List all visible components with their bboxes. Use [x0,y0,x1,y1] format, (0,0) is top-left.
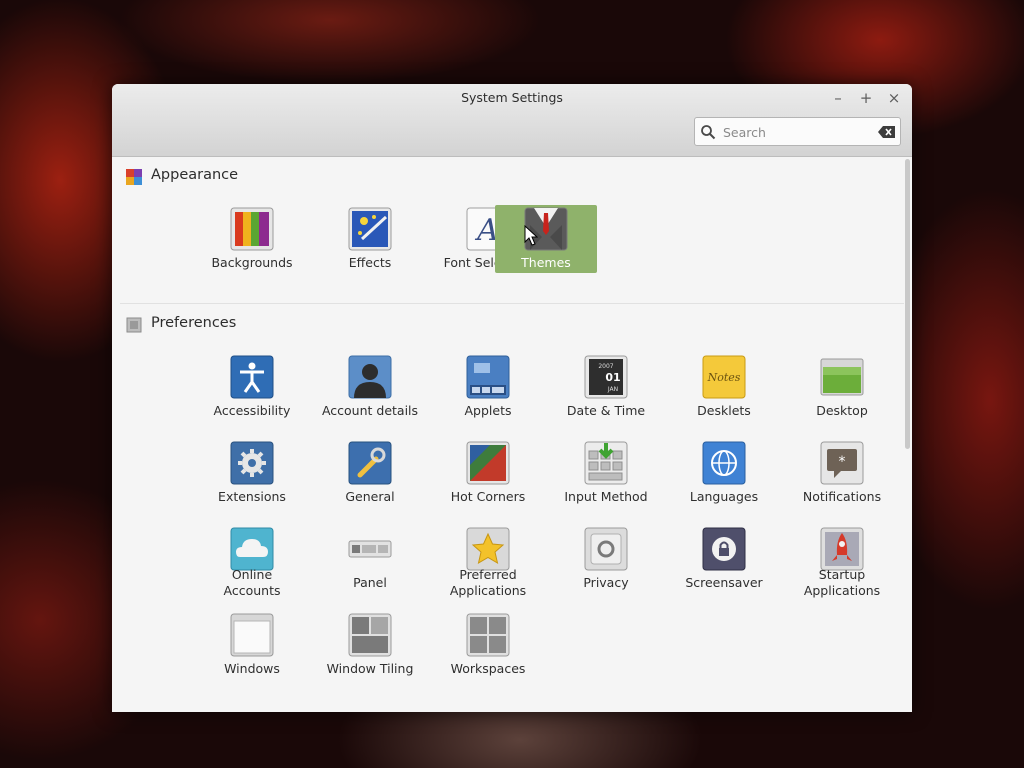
settings-item-backgrounds[interactable]: Backgrounds [201,205,303,273]
backgrounds-icon [230,207,274,251]
panel-icon [348,540,392,558]
notifications-icon: * [820,441,864,485]
settings-item-applets[interactable]: Applets [437,353,539,421]
item-label: Online Accounts [223,567,281,598]
settings-content[interactable]: Appearance Backgrounds Effects A Font Se… [112,157,912,712]
startup-applications-icon [820,527,864,571]
desklets-notes-text: Notes [707,371,741,384]
appearance-icon [126,169,142,185]
settings-item-effects[interactable]: Effects [319,205,421,273]
settings-item-hot-corners[interactable]: Hot Corners [437,439,539,507]
item-label: Workspaces [450,661,526,676]
item-label: Effects [348,255,392,270]
search-icon [701,125,716,140]
settings-item-desklets[interactable]: Notes Desklets [673,353,775,421]
settings-item-account-details[interactable]: Account details [319,353,421,421]
online-accounts-icon [230,527,274,571]
item-label: Windows [224,661,280,676]
item-label: Desklets [697,403,751,418]
item-label: Date & Time [566,403,646,418]
item-label: Applets [464,403,512,418]
settings-item-workspaces[interactable]: Workspaces [437,611,539,679]
settings-item-accessibility[interactable]: Accessibility [201,353,303,421]
desktop-icon [820,358,864,396]
item-label: Hot Corners [450,489,526,504]
date-time-icon: 2007 01 JAN [584,355,628,399]
item-label: Startup Applications [803,567,881,598]
close-button[interactable]: × [884,88,904,108]
preferences-icon [126,317,142,333]
item-label: Account details [321,403,419,418]
privacy-icon [584,527,628,571]
item-label: Privacy [583,575,629,590]
clear-search-icon[interactable] [878,125,896,139]
item-label: Panel [353,575,387,590]
item-label: General [345,489,395,504]
settings-item-preferred-applications[interactable]: Preferred Applications [437,525,539,598]
effects-icon [348,207,392,251]
date-day-text: 01 [605,371,620,384]
languages-icon [702,441,746,485]
screensaver-icon [702,527,746,571]
scrollbar[interactable] [905,159,910,449]
mouse-cursor-icon [524,225,538,246]
settings-item-startup-applications[interactable]: Startup Applications [791,525,893,598]
section-divider [120,303,904,304]
extensions-icon [230,441,274,485]
item-label: Desktop [816,403,868,418]
settings-item-languages[interactable]: Languages [673,439,775,507]
settings-item-online-accounts[interactable]: Online Accounts [201,525,303,598]
item-label: Themes [521,255,571,270]
search-input[interactable] [721,121,875,143]
date-month-text: JAN [607,386,618,393]
workspaces-icon [466,613,510,657]
item-label: Accessibility [213,403,291,418]
settings-item-notifications[interactable]: * Notifications [791,439,893,507]
svg-text:*: * [839,454,846,470]
item-label: Preferred Applications [449,567,527,598]
section-title: Preferences [151,315,237,331]
window-tiling-icon [348,613,392,657]
settings-item-date-time[interactable]: 2007 01 JAN Date & Time [555,353,657,421]
settings-item-desktop[interactable]: Desktop [791,353,893,421]
item-label: Backgrounds [211,255,293,270]
section-title: Appearance [151,167,239,183]
search-box[interactable] [694,117,901,146]
item-label: Input Method [564,489,648,504]
settings-item-input-method[interactable]: Input Method [555,439,657,507]
desklets-icon: Notes [702,355,746,399]
title-bar[interactable]: System Settings – + × [112,84,912,157]
input-method-icon [584,441,628,485]
item-label: Extensions [218,489,286,504]
settings-item-panel[interactable]: Panel [319,525,421,593]
date-year-text: 2007 [598,363,613,370]
applets-icon [466,355,510,399]
accessibility-icon [230,355,274,399]
item-label: Notifications [802,489,882,504]
item-label: Window Tiling [326,661,414,676]
maximize-button[interactable]: + [856,88,876,108]
settings-item-extensions[interactable]: Extensions [201,439,303,507]
settings-item-screensaver[interactable]: Screensaver [673,525,775,593]
general-icon [348,441,392,485]
settings-item-general[interactable]: General [319,439,421,507]
preferred-applications-icon [466,527,510,571]
settings-item-windows[interactable]: Windows [201,611,303,679]
window-title: System Settings [461,90,563,105]
settings-item-themes[interactable]: Themes [495,205,597,273]
hot-corners-icon [466,441,510,485]
settings-item-window-tiling[interactable]: Window Tiling [319,611,421,679]
system-settings-window: System Settings – + × Appearance [112,84,912,712]
settings-item-privacy[interactable]: Privacy [555,525,657,593]
account-details-icon [348,355,392,399]
item-label: Languages [689,489,759,504]
minimize-button[interactable]: – [828,88,848,108]
windows-icon [230,613,274,657]
item-label: Screensaver [685,575,763,590]
